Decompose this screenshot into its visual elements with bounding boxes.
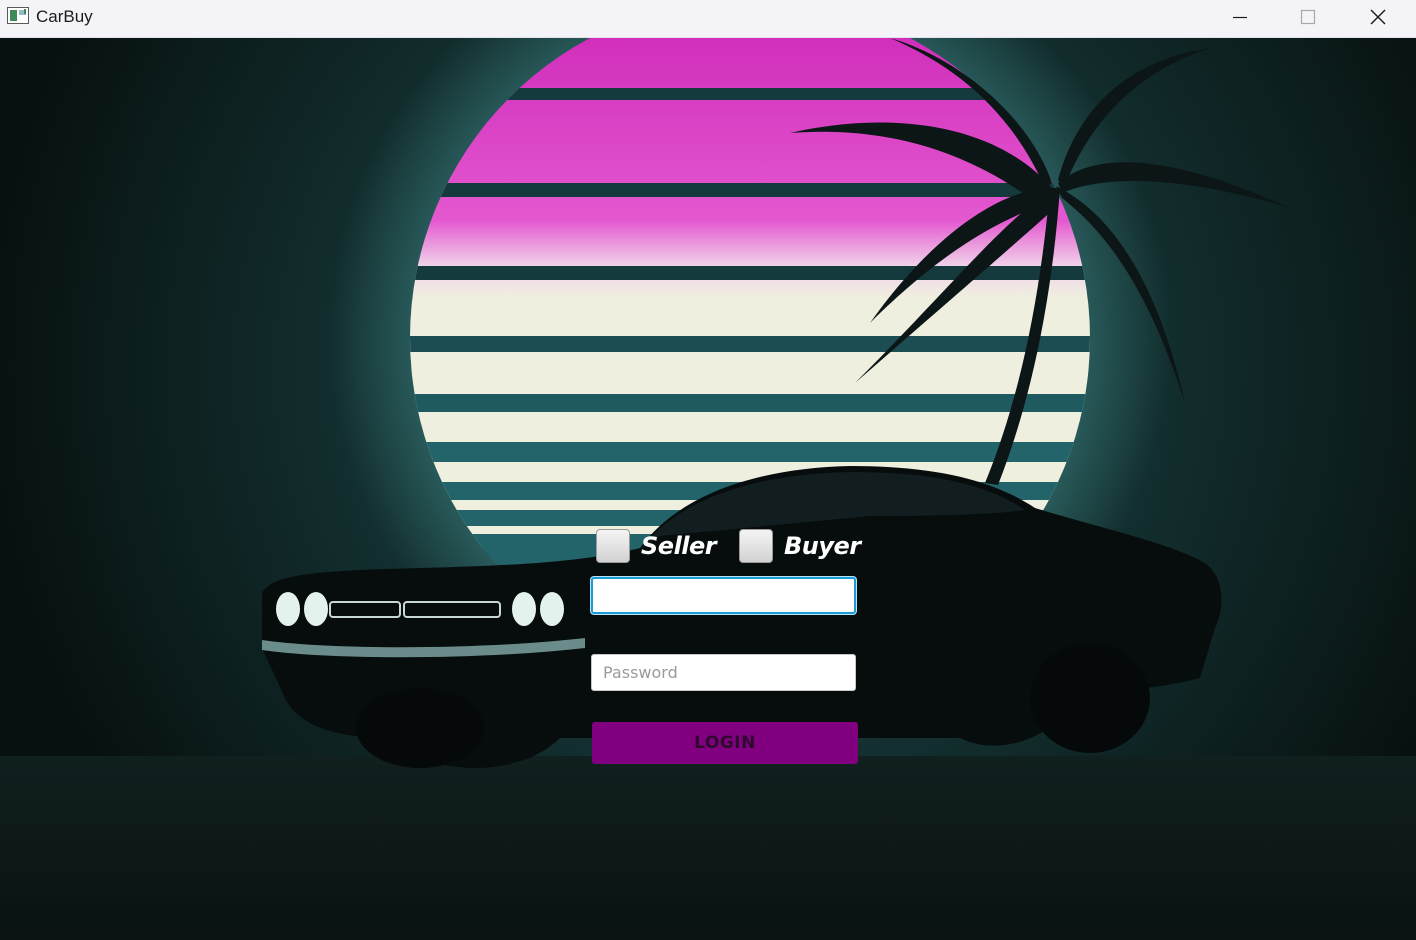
app-icon — [7, 7, 29, 24]
buyer-option[interactable]: Buyer — [739, 527, 861, 565]
maximize-button[interactable] — [1274, 0, 1342, 34]
seller-option[interactable]: Seller — [596, 527, 717, 565]
seller-checkbox[interactable] — [596, 529, 630, 563]
buyer-checkbox[interactable] — [739, 529, 773, 563]
minimize-button[interactable] — [1206, 0, 1274, 34]
login-screen: Seller Buyer LOGIN — [0, 38, 1416, 940]
login-button[interactable]: LOGIN — [592, 722, 858, 764]
maximize-icon — [1300, 9, 1316, 25]
app-window: CarBuy Seller Buyer LOGIN — [0, 0, 1416, 940]
title-bar[interactable]: CarBuy — [0, 0, 1416, 38]
minimize-icon — [1233, 16, 1247, 19]
buyer-label: Buyer — [784, 532, 861, 560]
window-title: CarBuy — [36, 7, 93, 26]
password-input[interactable] — [591, 654, 856, 691]
close-button[interactable] — [1344, 0, 1412, 34]
seller-label: Seller — [641, 532, 717, 560]
synthwave-background — [0, 38, 1416, 940]
close-icon — [1370, 9, 1386, 25]
username-input[interactable] — [591, 577, 856, 614]
